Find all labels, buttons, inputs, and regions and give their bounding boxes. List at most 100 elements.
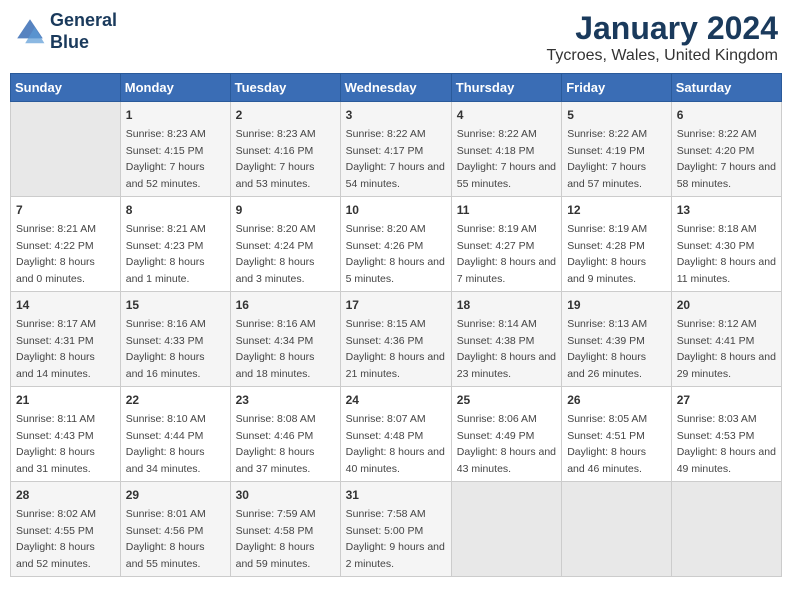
day-info: Sunrise: 8:18 AMSunset: 4:30 PMDaylight:… <box>677 223 776 285</box>
day-number: 18 <box>457 296 556 314</box>
calendar-table: SundayMondayTuesdayWednesdayThursdayFrid… <box>10 73 782 577</box>
day-number: 9 <box>236 201 335 219</box>
calendar-cell: 1 Sunrise: 8:23 AMSunset: 4:15 PMDaylight… <box>120 102 230 197</box>
calendar-week-row: 21Sunrise: 8:11 AMSunset: 4:43 PMDayligh… <box>11 387 782 482</box>
calendar-week-row: 7 Sunrise: 8:21 AMSunset: 4:22 PMDaylight… <box>11 197 782 292</box>
day-number: 28 <box>16 486 115 504</box>
day-header-thursday: Thursday <box>451 74 561 102</box>
day-number: 31 <box>346 486 446 504</box>
day-info: Sunrise: 7:58 AMSunset: 5:00 PMDaylight:… <box>346 508 445 570</box>
day-number: 16 <box>236 296 335 314</box>
day-header-wednesday: Wednesday <box>340 74 451 102</box>
calendar-week-row: 1 Sunrise: 8:23 AMSunset: 4:15 PMDaylight… <box>11 102 782 197</box>
day-info: Sunrise: 8:05 AMSunset: 4:51 PMDaylight:… <box>567 413 647 475</box>
day-info: Sunrise: 8:19 AMSunset: 4:27 PMDaylight:… <box>457 223 556 285</box>
calendar-cell: 3 Sunrise: 8:22 AMSunset: 4:17 PMDaylight… <box>340 102 451 197</box>
day-info: Sunrise: 8:20 AMSunset: 4:26 PMDaylight:… <box>346 223 445 285</box>
day-number: 24 <box>346 391 446 409</box>
day-info: Sunrise: 8:01 AMSunset: 4:56 PMDaylight:… <box>126 508 206 570</box>
calendar-cell: 29 Sunrise: 8:01 AMSunset: 4:56 PMDayligh… <box>120 482 230 577</box>
calendar-cell: 21Sunrise: 8:11 AMSunset: 4:43 PMDayligh… <box>11 387 121 482</box>
day-info: Sunrise: 8:08 AMSunset: 4:46 PMDaylight:… <box>236 413 316 475</box>
logo: General Blue <box>14 10 117 53</box>
calendar-cell: 22Sunrise: 8:10 AMSunset: 4:44 PMDayligh… <box>120 387 230 482</box>
day-info: Sunrise: 8:21 AMSunset: 4:22 PMDaylight:… <box>16 223 96 285</box>
calendar-cell <box>671 482 781 577</box>
day-info: Sunrise: 8:22 AMSunset: 4:20 PMDaylight:… <box>677 128 776 190</box>
day-info: Sunrise: 8:17 AMSunset: 4:31 PMDaylight:… <box>16 318 96 380</box>
calendar-cell: 11 Sunrise: 8:19 AMSunset: 4:27 PMDayligh… <box>451 197 561 292</box>
calendar-cell: 6 Sunrise: 8:22 AMSunset: 4:20 PMDaylight… <box>671 102 781 197</box>
day-number: 17 <box>346 296 446 314</box>
calendar-cell: 12 Sunrise: 8:19 AMSunset: 4:28 PMDayligh… <box>562 197 672 292</box>
day-info: Sunrise: 8:22 AMSunset: 4:17 PMDaylight:… <box>346 128 445 190</box>
day-number: 20 <box>677 296 776 314</box>
calendar-cell: 18 Sunrise: 8:14 AMSunset: 4:38 PMDayligh… <box>451 292 561 387</box>
calendar-cell: 30 Sunrise: 7:59 AMSunset: 4:58 PMDayligh… <box>230 482 340 577</box>
day-number: 13 <box>677 201 776 219</box>
day-number: 21 <box>16 391 115 409</box>
calendar-cell: 13 Sunrise: 8:18 AMSunset: 4:30 PMDayligh… <box>671 197 781 292</box>
day-number: 5 <box>567 106 666 124</box>
day-number: 15 <box>126 296 225 314</box>
day-number: 4 <box>457 106 556 124</box>
day-info: Sunrise: 8:12 AMSunset: 4:41 PMDaylight:… <box>677 318 776 380</box>
day-info: Sunrise: 8:23 AMSunset: 4:16 PMDaylight:… <box>236 128 316 190</box>
calendar-cell: 10Sunrise: 8:20 AMSunset: 4:26 PMDayligh… <box>340 197 451 292</box>
calendar-cell: 9 Sunrise: 8:20 AMSunset: 4:24 PMDaylight… <box>230 197 340 292</box>
day-number: 12 <box>567 201 666 219</box>
calendar-cell: 15 Sunrise: 8:16 AMSunset: 4:33 PMDayligh… <box>120 292 230 387</box>
day-info: Sunrise: 7:59 AMSunset: 4:58 PMDaylight:… <box>236 508 316 570</box>
logo-icon <box>14 16 46 48</box>
calendar-week-row: 28Sunrise: 8:02 AMSunset: 4:55 PMDayligh… <box>11 482 782 577</box>
day-number: 3 <box>346 106 446 124</box>
day-header-saturday: Saturday <box>671 74 781 102</box>
day-number: 26 <box>567 391 666 409</box>
day-header-monday: Monday <box>120 74 230 102</box>
calendar-cell: 14Sunrise: 8:17 AMSunset: 4:31 PMDayligh… <box>11 292 121 387</box>
day-info: Sunrise: 8:06 AMSunset: 4:49 PMDaylight:… <box>457 413 556 475</box>
day-info: Sunrise: 8:15 AMSunset: 4:36 PMDaylight:… <box>346 318 445 380</box>
calendar-header-row: SundayMondayTuesdayWednesdayThursdayFrid… <box>11 74 782 102</box>
day-info: Sunrise: 8:16 AMSunset: 4:33 PMDaylight:… <box>126 318 206 380</box>
day-number: 7 <box>16 201 115 219</box>
calendar-cell <box>562 482 672 577</box>
calendar-cell: 24Sunrise: 8:07 AMSunset: 4:48 PMDayligh… <box>340 387 451 482</box>
day-number: 11 <box>457 201 556 219</box>
calendar-cell: 19 Sunrise: 8:13 AMSunset: 4:39 PMDayligh… <box>562 292 672 387</box>
day-info: Sunrise: 8:03 AMSunset: 4:53 PMDaylight:… <box>677 413 776 475</box>
day-number: 29 <box>126 486 225 504</box>
day-number: 1 <box>126 106 225 124</box>
day-number: 23 <box>236 391 335 409</box>
location-title: Tycroes, Wales, United Kingdom <box>547 47 779 65</box>
calendar-cell: 5 Sunrise: 8:22 AMSunset: 4:19 PMDaylight… <box>562 102 672 197</box>
day-info: Sunrise: 8:20 AMSunset: 4:24 PMDaylight:… <box>236 223 316 285</box>
day-number: 6 <box>677 106 776 124</box>
day-header-tuesday: Tuesday <box>230 74 340 102</box>
day-number: 19 <box>567 296 666 314</box>
day-info: Sunrise: 8:22 AMSunset: 4:19 PMDaylight:… <box>567 128 647 190</box>
calendar-cell: 8 Sunrise: 8:21 AMSunset: 4:23 PMDaylight… <box>120 197 230 292</box>
day-header-friday: Friday <box>562 74 672 102</box>
calendar-cell: 7 Sunrise: 8:21 AMSunset: 4:22 PMDaylight… <box>11 197 121 292</box>
calendar-cell: 17 Sunrise: 8:15 AMSunset: 4:36 PMDayligh… <box>340 292 451 387</box>
calendar-cell: 2Sunrise: 8:23 AMSunset: 4:16 PMDaylight… <box>230 102 340 197</box>
calendar-cell: 31 Sunrise: 7:58 AMSunset: 5:00 PMDayligh… <box>340 482 451 577</box>
day-info: Sunrise: 8:21 AMSunset: 4:23 PMDaylight:… <box>126 223 206 285</box>
day-info: Sunrise: 8:13 AMSunset: 4:39 PMDaylight:… <box>567 318 647 380</box>
calendar-cell: 4 Sunrise: 8:22 AMSunset: 4:18 PMDaylight… <box>451 102 561 197</box>
day-info: Sunrise: 8:14 AMSunset: 4:38 PMDaylight:… <box>457 318 556 380</box>
calendar-cell: 26 Sunrise: 8:05 AMSunset: 4:51 PMDayligh… <box>562 387 672 482</box>
day-info: Sunrise: 8:22 AMSunset: 4:18 PMDaylight:… <box>457 128 556 190</box>
day-number: 8 <box>126 201 225 219</box>
day-header-sunday: Sunday <box>11 74 121 102</box>
month-title: January 2024 <box>547 10 779 47</box>
calendar-cell: 20 Sunrise: 8:12 AMSunset: 4:41 PMDayligh… <box>671 292 781 387</box>
logo-text: General Blue <box>50 10 117 53</box>
title-block: January 2024 Tycroes, Wales, United King… <box>547 10 779 65</box>
day-info: Sunrise: 8:19 AMSunset: 4:28 PMDaylight:… <box>567 223 647 285</box>
day-info: Sunrise: 8:23 AMSunset: 4:15 PMDaylight:… <box>126 128 206 190</box>
day-number: 30 <box>236 486 335 504</box>
calendar-cell: 16Sunrise: 8:16 AMSunset: 4:34 PMDayligh… <box>230 292 340 387</box>
calendar-cell: 23 Sunrise: 8:08 AMSunset: 4:46 PMDayligh… <box>230 387 340 482</box>
